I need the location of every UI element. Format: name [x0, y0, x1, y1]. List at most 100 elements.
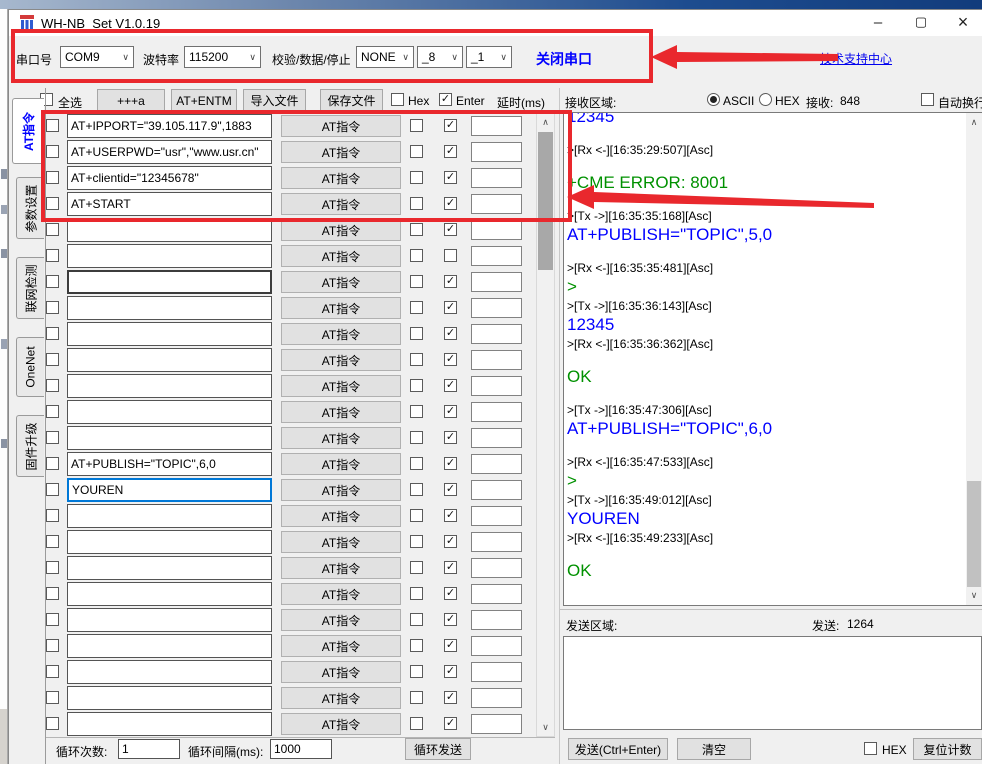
at-command-button[interactable]: AT指令 — [281, 245, 401, 267]
row-select-checkbox[interactable] — [46, 249, 59, 262]
row-hex-checkbox[interactable] — [410, 145, 423, 158]
row-hex-checkbox[interactable] — [410, 457, 423, 470]
command-input[interactable] — [67, 218, 272, 242]
at-command-button[interactable]: AT指令 — [281, 349, 401, 371]
command-input[interactable] — [67, 582, 272, 606]
row-delay-input[interactable] — [471, 350, 522, 370]
command-input[interactable] — [67, 608, 272, 632]
at-command-button[interactable]: AT指令 — [281, 375, 401, 397]
enter-mode-checkbox[interactable]: ✓ — [439, 93, 452, 106]
at-command-button[interactable]: AT指令 — [281, 401, 401, 423]
command-input[interactable] — [67, 348, 272, 372]
row-select-checkbox[interactable] — [46, 691, 59, 704]
row-enter-checkbox[interactable]: ✓ — [444, 483, 457, 496]
row-select-checkbox[interactable] — [46, 509, 59, 522]
command-input[interactable] — [67, 530, 272, 554]
send-hex-checkbox[interactable] — [864, 742, 877, 755]
row-hex-checkbox[interactable] — [410, 353, 423, 366]
row-delay-input[interactable] — [471, 168, 522, 188]
tab-OneNet[interactable]: OneNet — [16, 337, 44, 397]
row-delay-input[interactable] — [471, 298, 522, 318]
command-input[interactable] — [67, 166, 272, 190]
command-input[interactable] — [67, 634, 272, 658]
scroll-down-icon[interactable]: ∨ — [966, 590, 982, 601]
at-command-button[interactable]: AT指令 — [281, 635, 401, 657]
row-enter-checkbox[interactable]: ✓ — [444, 327, 457, 340]
at-command-button[interactable]: AT指令 — [281, 167, 401, 189]
row-select-checkbox[interactable] — [46, 665, 59, 678]
row-select-checkbox[interactable] — [46, 587, 59, 600]
row-select-checkbox[interactable] — [46, 613, 59, 626]
row-hex-checkbox[interactable] — [410, 483, 423, 496]
row-hex-checkbox[interactable] — [410, 223, 423, 236]
row-delay-input[interactable] — [471, 584, 522, 604]
row-enter-checkbox[interactable]: ✓ — [444, 301, 457, 314]
command-list-scrollbar[interactable]: ∧ ∨ — [536, 113, 555, 737]
row-delay-input[interactable] — [471, 662, 522, 682]
row-delay-input[interactable] — [471, 558, 522, 578]
row-enter-checkbox[interactable]: ✓ — [444, 717, 457, 730]
row-select-checkbox[interactable] — [46, 431, 59, 444]
hex-mode-checkbox[interactable] — [391, 93, 404, 106]
at-command-button[interactable]: AT指令 — [281, 661, 401, 683]
row-enter-checkbox[interactable]: ✓ — [444, 275, 457, 288]
row-enter-checkbox[interactable]: ✓ — [444, 405, 457, 418]
command-input[interactable] — [67, 478, 272, 502]
at-entm-button[interactable]: AT+ENTM — [171, 89, 237, 112]
row-select-checkbox[interactable] — [46, 379, 59, 392]
at-command-button[interactable]: AT指令 — [281, 609, 401, 631]
send-button[interactable]: 发送(Ctrl+Enter) — [568, 738, 668, 760]
send-textarea[interactable] — [563, 636, 982, 730]
at-command-button[interactable]: AT指令 — [281, 219, 401, 241]
at-command-button[interactable]: AT指令 — [281, 297, 401, 319]
at-command-button[interactable]: AT指令 — [281, 271, 401, 293]
row-enter-checkbox[interactable]: ✓ — [444, 119, 457, 132]
row-select-checkbox[interactable] — [46, 119, 59, 132]
row-select-checkbox[interactable] — [46, 457, 59, 470]
row-hex-checkbox[interactable] — [410, 171, 423, 184]
at-command-button[interactable]: AT指令 — [281, 713, 401, 735]
at-command-button[interactable]: AT指令 — [281, 115, 401, 137]
row-select-checkbox[interactable] — [46, 535, 59, 548]
autowrap-checkbox[interactable] — [921, 93, 934, 106]
row-select-checkbox[interactable] — [46, 223, 59, 236]
row-hex-checkbox[interactable] — [410, 665, 423, 678]
row-enter-checkbox[interactable]: ✓ — [444, 691, 457, 704]
command-input[interactable] — [67, 556, 272, 580]
row-delay-input[interactable] — [471, 246, 522, 266]
row-hex-checkbox[interactable] — [410, 249, 423, 262]
row-delay-input[interactable] — [471, 220, 522, 240]
command-input[interactable] — [67, 244, 272, 268]
row-hex-checkbox[interactable] — [410, 119, 423, 132]
row-hex-checkbox[interactable] — [410, 301, 423, 314]
row-hex-checkbox[interactable] — [410, 587, 423, 600]
at-command-button[interactable]: AT指令 — [281, 531, 401, 553]
tech-support-link[interactable]: 技术支持中心 — [820, 50, 892, 67]
databits-select[interactable]: _8 ∨ — [417, 46, 463, 68]
row-enter-checkbox[interactable] — [444, 249, 457, 262]
row-hex-checkbox[interactable] — [410, 691, 423, 704]
row-hex-checkbox[interactable] — [410, 613, 423, 626]
command-input[interactable] — [67, 114, 272, 138]
row-enter-checkbox[interactable]: ✓ — [444, 145, 457, 158]
row-delay-input[interactable] — [471, 324, 522, 344]
row-enter-checkbox[interactable]: ✓ — [444, 561, 457, 574]
row-enter-checkbox[interactable]: ✓ — [444, 535, 457, 548]
loop-send-button[interactable]: 循环发送 — [405, 738, 471, 760]
row-delay-input[interactable] — [471, 532, 522, 552]
save-file-button[interactable]: 保存文件 — [320, 89, 383, 112]
row-delay-input[interactable] — [471, 428, 522, 448]
at-command-button[interactable]: AT指令 — [281, 453, 401, 475]
row-delay-input[interactable] — [471, 636, 522, 656]
row-delay-input[interactable] — [471, 610, 522, 630]
scrollbar-thumb[interactable] — [967, 481, 981, 587]
command-input[interactable] — [67, 712, 272, 736]
row-delay-input[interactable] — [471, 506, 522, 526]
at-command-button[interactable]: AT指令 — [281, 557, 401, 579]
receive-scrollbar[interactable]: ∧ ∨ — [966, 113, 982, 605]
maximize-button[interactable]: ▢ — [904, 10, 938, 34]
row-enter-checkbox[interactable]: ✓ — [444, 353, 457, 366]
row-enter-checkbox[interactable]: ✓ — [444, 457, 457, 470]
row-delay-input[interactable] — [471, 402, 522, 422]
row-select-checkbox[interactable] — [46, 301, 59, 314]
